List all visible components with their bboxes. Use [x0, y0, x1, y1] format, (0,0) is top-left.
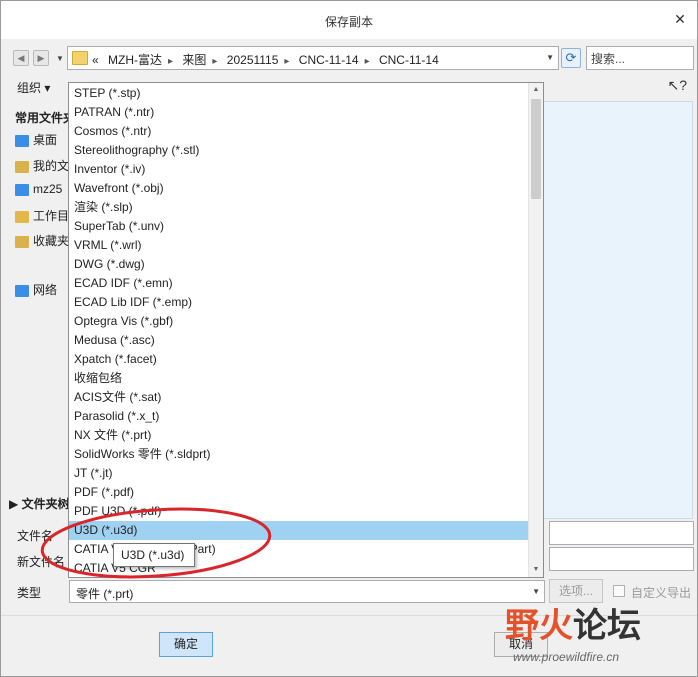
sidebar: 常用文件夹 桌面 我的文档 mz25 工作目录 收藏夹 网络 — [9, 101, 81, 491]
type-dropdown-list[interactable]: STEP (*.stp) PATRAN (*.ntr) Cosmos (*.ntr)… — [68, 82, 544, 578]
new-name-label: 新文件名 — [17, 555, 66, 569]
type-option[interactable]: ECAD IDF (*.emn) — [69, 274, 529, 293]
sidebar-item-network[interactable]: 网络 — [15, 281, 57, 298]
breadcrumb: « MZH-富达 ▸ 来图 ▸ 20251115 ▸ CNC-11-14 ▸ CNC-1… — [92, 51, 445, 68]
type-select[interactable]: 零件 (*.prt) ▼ — [69, 580, 545, 603]
address-dropdown-icon[interactable]: ▼ — [546, 53, 554, 62]
computer-icon — [15, 183, 29, 196]
folder-tree-toggle[interactable]: ▶ 文件夹树 — [9, 495, 70, 512]
scroll-up-icon[interactable]: ▲ — [529, 83, 543, 97]
search-input[interactable]: 搜索... — [586, 46, 694, 70]
desktop-icon — [15, 134, 29, 147]
sidebar-item-favorites[interactable]: 收藏夹 — [15, 232, 69, 249]
sidebar-item-desktop[interactable]: 桌面 — [15, 131, 57, 148]
type-option[interactable]: 渲染 (*.slp) — [69, 198, 529, 217]
refresh-icon[interactable]: ⟳ — [561, 48, 581, 68]
scroll-down-icon[interactable]: ▼ — [529, 563, 543, 577]
type-option[interactable]: DWG (*.dwg) — [69, 255, 529, 274]
file-name-field[interactable] — [549, 521, 694, 545]
sidebar-item-label: 网络 — [33, 283, 58, 297]
sidebar-heading: 常用文件夹 — [15, 111, 76, 125]
breadcrumb-separator-icon[interactable]: ▸ — [365, 56, 370, 67]
type-option[interactable]: Parasolid (*.x_t) — [69, 407, 529, 426]
type-option[interactable]: Medusa (*.asc) — [69, 331, 529, 350]
save-copy-dialog: 保存副本 ✕ ◀ ▶ ▼ « MZH-富达 ▸ 来图 ▸ 20251115 ▸ CNC… — [0, 0, 698, 677]
type-label: 类型 — [17, 586, 42, 600]
type-option[interactable]: 收缩包络 — [69, 369, 529, 388]
watermark: 野火论坛 www.proewildfire.cn — [501, 598, 697, 676]
network-icon — [15, 284, 29, 297]
watermark-logo: 野火论坛 — [505, 607, 641, 645]
breadcrumb-item[interactable]: MZH-富达 — [108, 53, 162, 67]
title-bar: 保存副本 ✕ — [1, 1, 697, 39]
breadcrumb-separator-icon[interactable]: ▸ — [212, 56, 217, 67]
folder-tree-label: 文件夹树 — [21, 497, 70, 511]
tooltip: U3D (*.u3d) — [113, 543, 195, 567]
scroll-thumb[interactable] — [531, 99, 541, 199]
back-icon[interactable]: ◀ — [13, 50, 29, 66]
type-option[interactable]: ECAD Lib IDF (*.emp) — [69, 293, 529, 312]
type-option[interactable]: Cosmos (*.ntr) — [69, 122, 529, 141]
type-option[interactable]: Inventor (*.iv) — [69, 160, 529, 179]
type-option[interactable]: PDF (*.pdf) — [69, 483, 529, 502]
breadcrumb-separator-icon[interactable]: ▸ — [284, 56, 289, 67]
breadcrumb-separator-icon[interactable]: ▸ — [168, 56, 173, 67]
breadcrumb-item[interactable]: CNC-11-14 — [379, 53, 439, 67]
forward-icon[interactable]: ▶ — [33, 50, 49, 66]
dialog-title: 保存副本 — [324, 15, 373, 29]
type-option[interactable]: JT (*.jt) — [69, 464, 529, 483]
sidebar-item-label: 收藏夹 — [33, 234, 70, 248]
breadcrumb-item[interactable]: CNC-11-14 — [299, 53, 359, 67]
type-option[interactable]: Xpatch (*.facet) — [69, 350, 529, 369]
type-option[interactable]: Optegra Vis (*.gbf) — [69, 312, 529, 331]
documents-icon — [15, 160, 29, 173]
file-name-label: 文件名 — [17, 529, 54, 543]
chevron-down-icon[interactable]: ▼ — [532, 587, 540, 596]
dropdown-scrollbar[interactable]: ▲ ▼ — [528, 83, 543, 577]
history-dropdown-icon[interactable]: ▼ — [56, 54, 64, 63]
folder-icon — [72, 51, 88, 65]
type-option-list: STEP (*.stp) PATRAN (*.ntr) Cosmos (*.ntr)… — [69, 84, 529, 577]
type-option[interactable]: ACIS文件 (*.sat) — [69, 388, 529, 407]
sidebar-item-label: mz25 — [33, 182, 63, 196]
help-cursor-icon[interactable]: ↖? — [667, 77, 687, 94]
navigation-bar: ◀ ▶ ▼ « MZH-富达 ▸ 来图 ▸ 20251115 ▸ CNC-11-14 ▸… — [1, 41, 697, 75]
close-icon[interactable]: ✕ — [671, 10, 689, 28]
type-option[interactable]: SolidWorks 零件 (*.sldprt) — [69, 445, 529, 464]
custom-export-checkbox[interactable] — [613, 585, 625, 597]
breadcrumb-item[interactable]: 20251115 — [227, 53, 279, 67]
type-option[interactable]: STEP (*.stp) — [69, 84, 529, 103]
watermark-url: www.proewildfire.cn — [513, 650, 620, 664]
type-option[interactable]: PDF U3D (*.pdf) — [69, 502, 529, 521]
type-option[interactable]: Stereolithography (*.stl) — [69, 141, 529, 160]
type-option[interactable]: PATRAN (*.ntr) — [69, 103, 529, 122]
type-select-value: 零件 (*.prt) — [76, 587, 134, 601]
new-name-field[interactable] — [549, 547, 694, 571]
type-option[interactable]: SuperTab (*.unv) — [69, 217, 529, 236]
sidebar-item-label: 桌面 — [33, 133, 58, 147]
type-option[interactable]: NX 文件 (*.prt) — [69, 426, 529, 445]
breadcrumb-prefix[interactable]: « — [92, 53, 99, 67]
type-option[interactable]: VRML (*.wrl) — [69, 236, 529, 255]
type-option[interactable]: Wavefront (*.obj) — [69, 179, 529, 198]
working-folder-icon — [15, 210, 29, 223]
favorites-icon — [15, 235, 29, 248]
file-list-area[interactable] — [529, 101, 693, 519]
ok-button[interactable]: 确定 — [159, 632, 213, 657]
organize-menu[interactable]: 组织 ▾ — [17, 79, 50, 96]
address-bar[interactable]: « MZH-富达 ▸ 来图 ▸ 20251115 ▸ CNC-11-14 ▸ CNC-1… — [67, 46, 559, 70]
sidebar-item-computer[interactable]: mz25 — [15, 182, 62, 196]
type-option[interactable]: U3D (*.u3d) — [69, 521, 529, 540]
breadcrumb-item[interactable]: 来图 — [182, 53, 206, 67]
